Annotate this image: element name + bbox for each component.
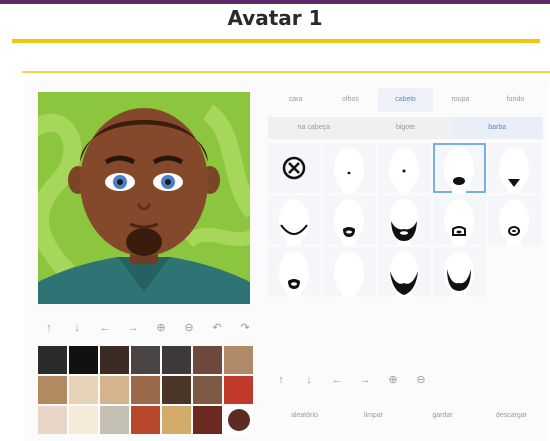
beard-option-mustache-goatee[interactable] — [433, 195, 486, 245]
arrow-down-icon[interactable]: ↓ — [68, 319, 86, 337]
beard-thumbnail-icon — [444, 147, 474, 193]
beard-option-blank[interactable] — [323, 247, 376, 297]
beard-thumbnail-icon — [334, 251, 364, 297]
color-swatch[interactable] — [69, 406, 98, 434]
beard-option-goatee[interactable] — [433, 143, 486, 193]
tab-cabelo[interactable]: cabelo — [378, 88, 433, 112]
beard-thumbnail-icon — [389, 251, 419, 297]
zoom-out-icon[interactable]: ⊖ — [412, 371, 430, 389]
color-swatch[interactable] — [193, 406, 222, 434]
beard-option-dot-tiny[interactable] — [378, 143, 431, 193]
title-underline — [12, 39, 540, 43]
tab-fundo[interactable]: fundo — [488, 88, 543, 112]
tab-cara[interactable]: cara — [268, 88, 323, 112]
beard-option-soul-patch[interactable] — [488, 143, 541, 193]
clear-button[interactable]: limpar — [339, 412, 408, 419]
subtab-bigote[interactable]: bigote — [360, 117, 452, 139]
color-swatch[interactable] — [193, 346, 222, 374]
beard-option-dot-small[interactable] — [323, 143, 376, 193]
color-swatch[interactable] — [69, 376, 98, 404]
beard-option-curved-beard[interactable] — [433, 247, 486, 297]
color-swatch[interactable] — [162, 346, 191, 374]
beard-thumbnail-icon — [334, 199, 364, 245]
category-tabs: cara olhos cabelo roupa fundo — [268, 88, 543, 112]
subtab-na-cabeca[interactable]: na cabeça — [268, 117, 360, 139]
color-swatch[interactable] — [38, 346, 67, 374]
beard-option-full-beard[interactable] — [378, 195, 431, 245]
redo-icon[interactable]: ↷ — [236, 319, 254, 337]
beard-option-none[interactable] — [268, 143, 321, 193]
undo-icon[interactable]: ↶ — [208, 319, 226, 337]
avatar-toolbar: ↑ ↓ ← → ⊕ ⊖ ↶ ↷ — [40, 319, 254, 337]
zoom-in-icon[interactable]: ⊕ — [384, 371, 402, 389]
beard-option-ring-outline[interactable] — [268, 247, 321, 297]
beard-thumbnail-icon — [334, 147, 364, 193]
arrow-left-icon[interactable]: ← — [328, 371, 346, 389]
beard-thumbnail-icon — [499, 147, 529, 193]
color-swatch[interactable] — [100, 376, 129, 404]
download-button[interactable]: descargar — [477, 412, 546, 419]
tab-olhos[interactable]: olhos — [323, 88, 378, 112]
color-swatch[interactable] — [131, 406, 160, 434]
color-swatch[interactable] — [38, 376, 67, 404]
color-swatch[interactable] — [162, 376, 191, 404]
color-palette — [38, 346, 253, 434]
top-border — [0, 0, 550, 4]
subcategory-tabs: na cabeça bigote barba — [268, 117, 544, 139]
beard-thumbnail-icon — [444, 251, 474, 297]
selected-color-swatch[interactable] — [224, 406, 253, 434]
random-button[interactable]: aleatório — [270, 412, 339, 419]
color-swatch[interactable] — [131, 346, 160, 374]
color-swatch[interactable] — [224, 376, 253, 404]
avatar-preview — [38, 92, 250, 304]
color-swatch[interactable] — [100, 346, 129, 374]
beard-option-chin-strap[interactable] — [268, 195, 321, 245]
color-swatch[interactable] — [38, 406, 67, 434]
arrow-left-icon[interactable]: ← — [96, 319, 114, 337]
avatar-illustration — [38, 92, 250, 304]
beard-option-anchor[interactable] — [378, 247, 431, 297]
arrow-right-icon[interactable]: → — [124, 319, 142, 337]
remove-icon — [282, 156, 306, 180]
arrow-right-icon[interactable]: → — [356, 371, 374, 389]
beard-thumbnail-icon — [499, 199, 529, 245]
beard-thumbnail-icon — [389, 199, 419, 245]
beard-thumbnail-icon — [279, 199, 309, 245]
color-swatch[interactable] — [100, 406, 129, 434]
tab-roupa[interactable]: roupa — [433, 88, 488, 112]
arrow-down-icon[interactable]: ↓ — [300, 371, 318, 389]
subtab-barba[interactable]: barba — [451, 117, 544, 139]
arrow-up-icon[interactable]: ↑ — [272, 371, 290, 389]
color-swatch[interactable] — [162, 406, 191, 434]
beard-thumbnail-icon — [444, 199, 474, 245]
beard-option-ring-small[interactable] — [488, 195, 541, 245]
color-swatch[interactable] — [224, 346, 253, 374]
beard-thumbnail-icon — [389, 147, 419, 193]
color-swatch[interactable] — [193, 376, 222, 404]
save-button[interactable]: gardar — [408, 412, 477, 419]
beard-options-grid — [268, 143, 541, 297]
arrow-up-icon[interactable]: ↑ — [40, 319, 58, 337]
selected-color-dot — [227, 409, 250, 431]
beard-thumbnail-icon — [279, 251, 309, 297]
item-toolbar: ↑ ↓ ← → ⊕ ⊖ — [272, 371, 430, 389]
page-title: Avatar 1 — [227, 6, 323, 30]
beard-option-short-goatee[interactable] — [323, 195, 376, 245]
color-swatch[interactable] — [131, 376, 160, 404]
section-divider — [22, 71, 550, 73]
color-swatch[interactable] — [69, 346, 98, 374]
zoom-in-icon[interactable]: ⊕ — [152, 319, 170, 337]
action-bar: aleatório limpar gardar descargar — [270, 412, 546, 419]
zoom-out-icon[interactable]: ⊖ — [180, 319, 198, 337]
